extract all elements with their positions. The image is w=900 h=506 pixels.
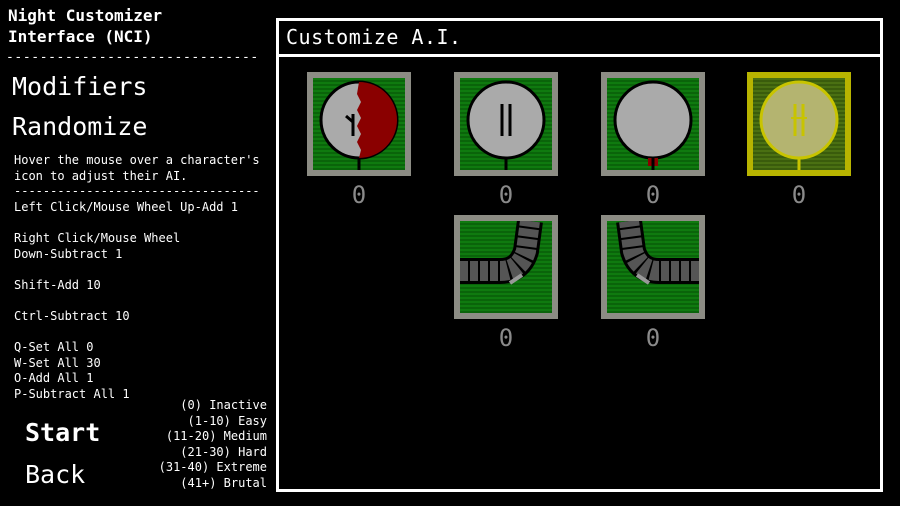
ai-level-6: 0 (645, 324, 661, 352)
controls-instructions: Hover the mouse over a character's icon … (14, 153, 260, 401)
character-card-4[interactable] (747, 72, 851, 176)
eyes-ball-icon (759, 80, 839, 170)
ai-level-4: 0 (791, 181, 807, 209)
panel-header: Customize A.I. (279, 21, 880, 57)
character-card-3[interactable] (601, 72, 705, 176)
difficulty-legend: (0) Inactive (1-10) Easy (11-20) Medium … (158, 398, 267, 490)
ai-level-2: 0 (498, 181, 514, 209)
modifiers-button[interactable]: Modifiers (12, 72, 147, 101)
ai-level-1: 0 (351, 181, 367, 209)
character-card-5[interactable] (454, 215, 558, 319)
back-button[interactable]: Back (25, 460, 85, 489)
randomize-button[interactable]: Randomize (12, 112, 147, 141)
title-separator: ------------------------------ (6, 50, 259, 65)
panel-title: Customize A.I. (286, 25, 462, 49)
eyes-ball-icon (466, 80, 546, 170)
blank-ball-icon (613, 80, 693, 170)
character-card-1[interactable] (307, 72, 411, 176)
ai-level-5: 0 (498, 324, 514, 352)
page-title: Night Customizer Interface (NCI) (8, 6, 163, 46)
customize-ai-panel: Customize A.I. 0 0 0 0 0 0 (276, 18, 883, 492)
character-card-2[interactable] (454, 72, 558, 176)
bloody-ball-icon (319, 80, 399, 170)
ai-level-3: 0 (645, 181, 661, 209)
tentacle-right-icon (460, 221, 543, 285)
character-card-6[interactable] (601, 215, 705, 319)
tentacle-left-icon (616, 221, 699, 285)
start-button[interactable]: Start (25, 418, 100, 447)
